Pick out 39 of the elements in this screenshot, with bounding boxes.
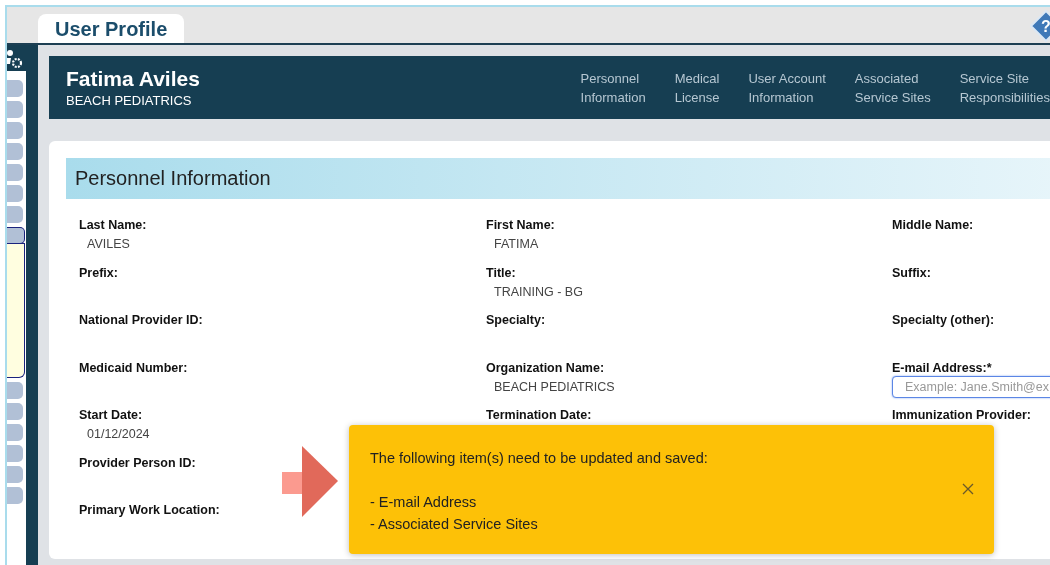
field-label: Organization Name: — [486, 360, 605, 375]
field-value: BEACH PEDIATRICS — [494, 379, 615, 394]
field-value: 01/12/2024 — [87, 427, 150, 441]
field-label: Last Name: — [79, 218, 147, 232]
field-label: Start Date: — [79, 408, 143, 422]
nav-link[interactable]: Service Site Responsibilities — [959, 68, 1050, 107]
alert-item: - Associated Service Sites — [370, 515, 539, 534]
nav-link[interactable]: Associated Service Sites — [854, 68, 931, 107]
nav-link[interactable]: User Account Information — [748, 68, 826, 107]
field-label: Primary Work Location: — [79, 503, 220, 517]
field-label: Medicaid Number: — [79, 360, 188, 375]
field-label: Suffix: — [892, 265, 931, 280]
organization-name: BEACH PEDIATRICS — [66, 92, 192, 108]
field-label: Provider Person ID: — [79, 455, 196, 470]
field-label: Immunization Provider: — [892, 408, 1031, 422]
field-label: Termination Date: — [486, 408, 592, 422]
user-profile-tab[interactable]: User Profile — [38, 14, 185, 43]
section-header: Personnel Information — [66, 158, 1050, 199]
field-label: Specialty: — [486, 313, 546, 327]
field-label: Middle Name: — [892, 218, 974, 232]
field-label: Prefix: — [79, 265, 118, 280]
user-settings-icon[interactable] — [7, 49, 23, 71]
alert-item: - E-mail Address — [370, 493, 478, 512]
email-field[interactable]: Example: Jane.Smith@ex — [892, 375, 1050, 398]
field-label: E-mail Address:* — [892, 360, 992, 375]
field-label: Specialty (other): — [892, 313, 995, 327]
profile-name: Fatima Aviles — [66, 66, 200, 90]
close-icon[interactable] — [962, 483, 974, 495]
field-label: National Provider ID: — [79, 313, 203, 327]
field-label: First Name: — [486, 218, 555, 232]
arrow-icon — [282, 446, 338, 517]
field-label: Title: — [486, 265, 516, 280]
field-value: FATIMA — [494, 237, 539, 251]
alert-message: The following item(s) need to be updated and saved: — [370, 449, 709, 468]
help-icon[interactable]: ? — [1030, 10, 1050, 42]
field-value: TRAINING - BG — [494, 284, 583, 299]
field-value: AVILES — [87, 237, 130, 251]
nav-link[interactable]: Personnel Information — [580, 68, 646, 107]
nav-link[interactable]: Medical License — [674, 68, 720, 107]
